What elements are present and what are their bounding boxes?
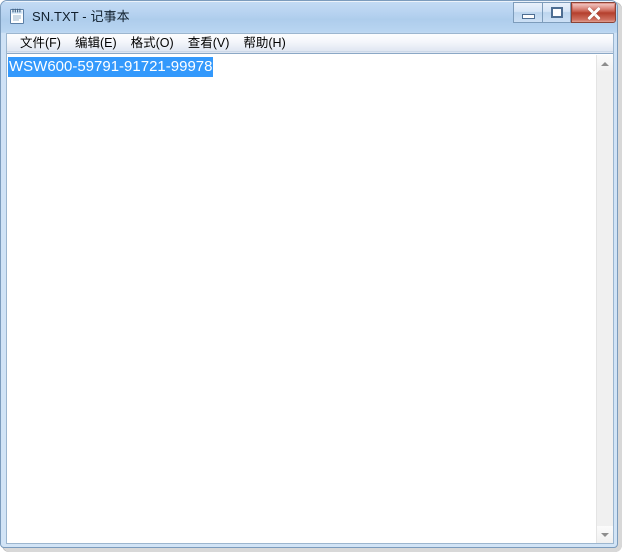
minimize-icon bbox=[521, 13, 535, 19]
menu-file[interactable]: 文件(F) bbox=[13, 34, 68, 53]
vertical-scrollbar[interactable] bbox=[596, 55, 613, 543]
notepad-window: SN.TXT - 记事本 文件(F) 编辑(E) 格式(O) 查看(V) 帮助(… bbox=[0, 0, 618, 548]
title-bar[interactable]: SN.TXT - 记事本 bbox=[1, 1, 617, 33]
scrollbar-track[interactable] bbox=[597, 72, 613, 526]
maximize-button[interactable] bbox=[542, 2, 571, 23]
desktop-background: SN.TXT - 记事本 文件(F) 编辑(E) 格式(O) 查看(V) 帮助(… bbox=[0, 0, 626, 554]
maximize-icon bbox=[550, 7, 563, 18]
scroll-up-button[interactable] bbox=[597, 55, 613, 72]
client-area: 文件(F) 编辑(E) 格式(O) 查看(V) 帮助(H) WSW600-597… bbox=[6, 33, 614, 544]
close-icon bbox=[587, 6, 601, 20]
minimize-button[interactable] bbox=[513, 2, 542, 23]
window-controls bbox=[513, 2, 616, 24]
window-title: SN.TXT - 记事本 bbox=[32, 9, 130, 24]
document-text[interactable]: WSW600-59791-91721-99978 bbox=[8, 57, 214, 77]
menu-view[interactable]: 查看(V) bbox=[181, 34, 237, 53]
menu-help[interactable]: 帮助(H) bbox=[236, 34, 292, 53]
menu-bar: 文件(F) 编辑(E) 格式(O) 查看(V) 帮助(H) bbox=[7, 34, 613, 54]
scroll-down-arrow-icon bbox=[601, 532, 609, 537]
notepad-icon bbox=[9, 8, 26, 25]
scroll-down-button[interactable] bbox=[597, 526, 613, 543]
scroll-up-arrow-icon bbox=[601, 61, 609, 66]
text-editor-area[interactable]: WSW600-59791-91721-99978 bbox=[7, 55, 613, 543]
menu-edit[interactable]: 编辑(E) bbox=[68, 34, 124, 53]
selected-text[interactable]: WSW600-59791-91721-99978 bbox=[8, 57, 214, 77]
close-button[interactable] bbox=[571, 2, 616, 23]
menu-format[interactable]: 格式(O) bbox=[124, 34, 181, 53]
